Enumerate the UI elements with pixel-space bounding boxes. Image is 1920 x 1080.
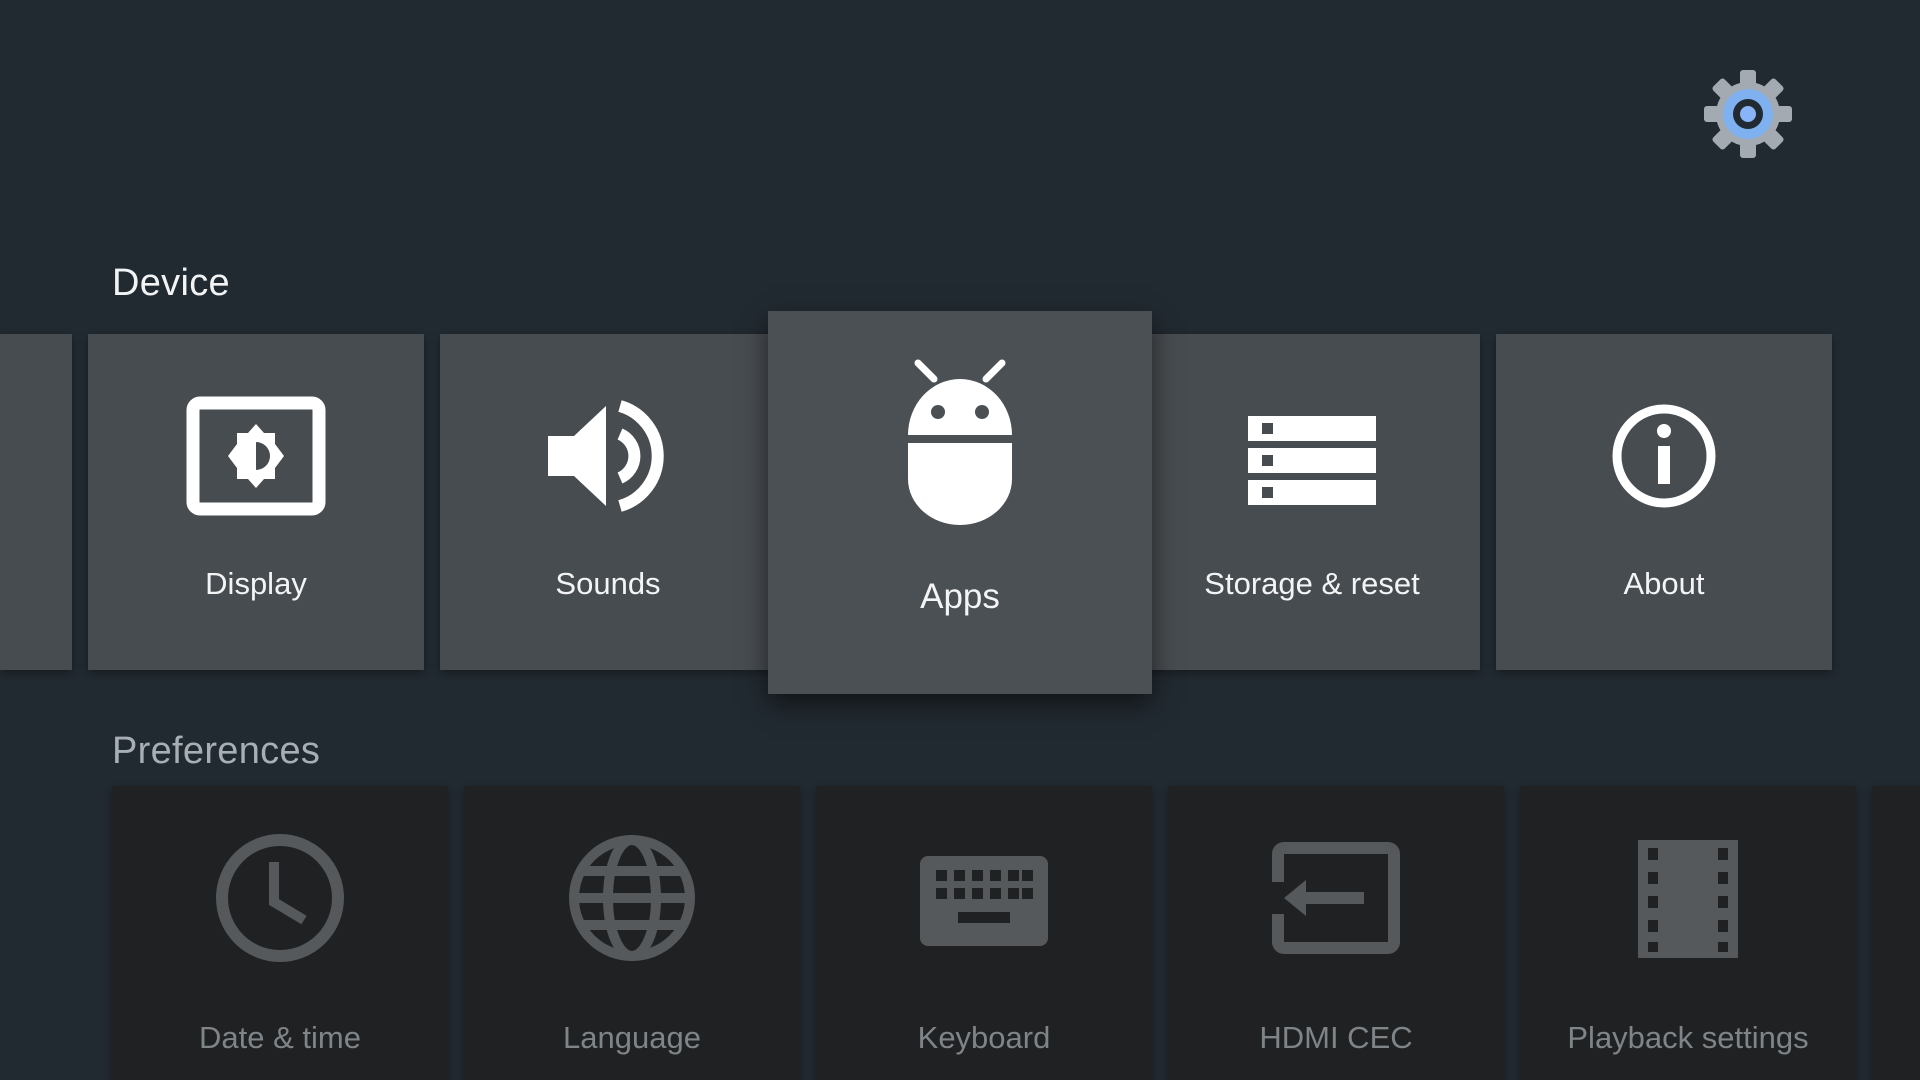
apps-card[interactable]: Apps xyxy=(768,311,1152,694)
section-title-device: Device xyxy=(112,262,230,304)
android-icon xyxy=(908,359,1012,525)
keyboard-icon xyxy=(920,856,1048,946)
section-title-preferences: Preferences xyxy=(112,730,321,772)
storage-icon xyxy=(1248,416,1376,505)
keyboard-label: Keyboard xyxy=(917,1020,1051,1055)
settings-screen: Device Display Sounds Apps Storage & res… xyxy=(0,0,1920,1080)
info-icon xyxy=(1612,404,1716,508)
about-card[interactable]: About xyxy=(1496,334,1832,670)
gear-icon xyxy=(1704,70,1792,158)
globe-icon xyxy=(569,835,695,961)
hdmi-input-icon xyxy=(1268,842,1400,954)
language-card[interactable]: Language xyxy=(464,786,800,1080)
film-icon xyxy=(1638,840,1738,958)
playback-settings-label: Playback settings xyxy=(1567,1020,1809,1055)
sounds-label: Sounds xyxy=(555,566,661,601)
speaker-volume-icon xyxy=(548,400,664,512)
date-time-card[interactable]: Date & time xyxy=(112,786,448,1080)
storage-reset-card[interactable]: Storage & reset xyxy=(1144,334,1480,670)
language-label: Language xyxy=(563,1020,701,1055)
hdmi-cec-label: HDMI CEC xyxy=(1259,1020,1413,1055)
sounds-card[interactable]: Sounds xyxy=(440,334,776,670)
apps-label: Apps xyxy=(920,577,1000,616)
display-brightness-icon xyxy=(186,396,326,516)
preferences-card-partial[interactable] xyxy=(1872,786,1920,1080)
clock-icon xyxy=(216,834,344,962)
playback-settings-card[interactable]: Playback settings xyxy=(1520,786,1856,1080)
device-card-partial[interactable] xyxy=(0,334,72,670)
date-time-label: Date & time xyxy=(199,1020,361,1055)
display-card[interactable]: Display xyxy=(88,334,424,670)
about-label: About xyxy=(1623,566,1705,601)
hdmi-cec-card[interactable]: HDMI CEC xyxy=(1168,786,1504,1080)
storage-reset-label: Storage & reset xyxy=(1204,566,1420,601)
display-label: Display xyxy=(205,566,307,601)
keyboard-card[interactable]: Keyboard xyxy=(816,786,1152,1080)
